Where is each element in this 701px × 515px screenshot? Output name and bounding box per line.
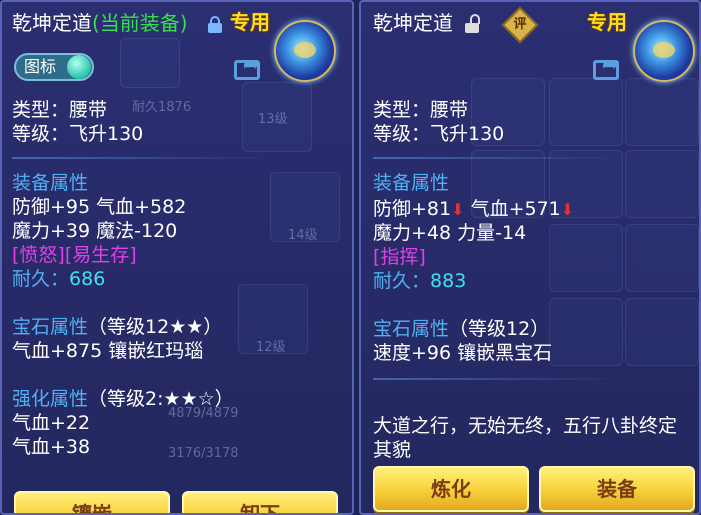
- icon-toggle[interactable]: 图标: [14, 53, 94, 81]
- divider: [373, 157, 623, 159]
- stat-line: 防御+81⬇ 气血+571⬇: [373, 197, 574, 222]
- share-icon[interactable]: ➦: [593, 54, 623, 80]
- background-item-slot: [625, 224, 699, 292]
- durability-value: 686: [69, 268, 106, 290]
- background-item-slot: [120, 38, 180, 88]
- background-hp-bar: 3176/3178: [168, 446, 239, 461]
- description-line: 其貌: [373, 439, 412, 461]
- lock-icon[interactable]: [208, 16, 222, 33]
- item-name: 乾坤定道(当前装备): [12, 11, 188, 35]
- enhance-line: 气血+22: [12, 412, 91, 434]
- background-item-slot: [625, 298, 699, 366]
- item-title: 乾坤定道: [373, 11, 453, 35]
- special-label: 专用: [230, 10, 270, 34]
- background-level-label: 13级: [258, 112, 288, 127]
- enhance-header-label: 强化属性: [12, 388, 89, 410]
- equip-button[interactable]: 装备: [539, 466, 695, 512]
- refine-button[interactable]: 炼化: [373, 466, 529, 512]
- gem-line: 速度+96 镶嵌黑宝石: [373, 342, 553, 364]
- gem-level: （等级12）: [449, 318, 550, 340]
- belt-item-icon: [633, 20, 695, 82]
- unlock-icon[interactable]: [465, 14, 480, 33]
- stat-line: 魔力+48 力量-14: [373, 222, 527, 244]
- gem-line: 气血+875 镶嵌红玛瑙: [12, 340, 204, 362]
- down-arrow-icon: ⬇: [560, 200, 575, 219]
- toggle-label: 图标: [24, 57, 57, 76]
- special-effect: [指挥]: [373, 246, 426, 268]
- background-item-slot: [625, 78, 699, 146]
- background-durability: 耐久1876: [132, 100, 192, 115]
- stat-line: 防御+95 气血+582: [12, 196, 187, 218]
- rating-badge-icon[interactable]: 评: [501, 6, 539, 44]
- compare-equipment-panel: 乾坤定道 评 专用 ➦ 类型：腰带 等级：飞升130 装备属性 防御+81⬇ 气…: [359, 0, 701, 515]
- toggle-knob: [67, 55, 91, 79]
- gem-header-label: 宝石属性: [373, 318, 450, 340]
- equip-attr-header: 装备属性: [12, 172, 89, 194]
- special-effect: [愤怒][易生存]: [12, 244, 137, 266]
- gem-header: 宝石属性（等级12★★）: [12, 315, 222, 339]
- enhance-line: 气血+38: [12, 436, 91, 458]
- stat-hp: 气血+571: [470, 198, 561, 220]
- gem-header-label: 宝石属性: [12, 316, 89, 338]
- durability: 耐久：686: [12, 267, 105, 291]
- durability-value: 883: [430, 270, 467, 292]
- down-arrow-icon: ⬇: [451, 200, 465, 219]
- inlay-button[interactable]: 镶嵌: [14, 491, 170, 513]
- durability: 耐久：883: [373, 269, 466, 293]
- current-equipment-panel: 耐久1876 13级 14级 12级 4879/4879 3176/3178 乾…: [0, 0, 354, 515]
- background-level-label: 14级: [288, 228, 318, 243]
- stat-line: 魔力+39 魔法-120: [12, 220, 178, 242]
- background-item-slot: [549, 224, 623, 292]
- stat-defense: 防御+81: [373, 198, 452, 220]
- level-line: 等级：飞升130: [373, 123, 505, 145]
- item-title: 乾坤定道: [12, 11, 92, 35]
- rating-badge-label: 评: [513, 17, 527, 32]
- description-line: 大道之行，无始无终，五行八卦终定: [373, 415, 678, 437]
- type-line: 类型：腰带: [373, 99, 469, 121]
- equip-attr-header: 装备属性: [373, 172, 450, 194]
- background-item-slot: [549, 78, 623, 146]
- divider: [12, 157, 272, 159]
- belt-item-icon: [274, 20, 336, 82]
- background-item-slot: [549, 298, 623, 366]
- remove-button[interactable]: 卸下: [182, 491, 338, 513]
- gem-level: （等级12★★）: [88, 316, 223, 338]
- background-level-label: 12级: [256, 340, 286, 355]
- background-item-slot: [625, 150, 699, 218]
- enhance-level: （等级2:★★☆）: [88, 388, 234, 410]
- special-label: 专用: [587, 10, 627, 34]
- durability-label: 耐久：: [373, 270, 431, 292]
- gem-header: 宝石属性（等级12）: [373, 317, 549, 341]
- divider: [373, 378, 623, 380]
- share-icon[interactable]: ➦: [234, 54, 264, 80]
- enhance-header: 强化属性（等级2:★★☆）: [12, 387, 234, 411]
- current-equipped-tag: (当前装备): [92, 11, 188, 35]
- type-line: 类型：腰带: [12, 99, 108, 121]
- durability-label: 耐久：: [12, 268, 70, 290]
- level-line: 等级：飞升130: [12, 123, 144, 145]
